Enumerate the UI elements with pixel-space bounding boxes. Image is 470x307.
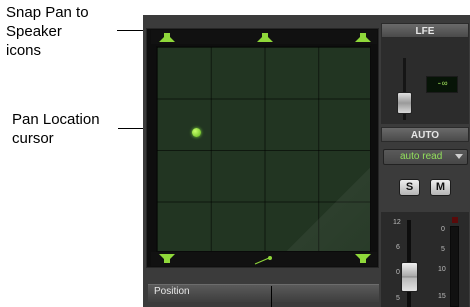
meter-scale-5: 5	[441, 246, 445, 253]
snap-callout-line-2: Speaker	[6, 23, 62, 40]
lfe-header: LFE	[381, 23, 469, 38]
fader-scale-0: 0	[396, 269, 400, 276]
volume-fader-knob[interactable]	[401, 262, 418, 292]
fader-scale-5: 5	[396, 295, 400, 302]
speaker-left-icon[interactable]	[159, 33, 175, 43]
solo-button[interactable]: S	[399, 179, 420, 196]
speaker-right-surround-icon[interactable]	[355, 254, 371, 264]
meter-scale-10: 10	[438, 266, 446, 273]
snap-callout: Snap Pan to Speaker icons	[6, 3, 89, 60]
speaker-center-icon[interactable]	[257, 33, 273, 43]
fader-scale-6: 6	[396, 244, 400, 251]
cursor-callout-line-1: Pan Location	[12, 111, 100, 128]
lfe-fader-knob[interactable]	[397, 92, 412, 114]
automation-mode-value: auto read	[400, 151, 443, 162]
snap-callout-line-1: Snap Pan to	[6, 4, 89, 21]
fader-scale-12: 12	[393, 219, 401, 226]
pan-grid[interactable]	[156, 46, 371, 252]
speaker-right-icon[interactable]	[355, 33, 371, 43]
speaker-left-surround-icon[interactable]	[159, 254, 175, 264]
pan-location-cursor[interactable]	[192, 128, 201, 137]
position-label: Position	[154, 286, 190, 297]
auto-header: AUTO	[381, 127, 469, 142]
meter-scale-15: 15	[438, 293, 446, 300]
cursor-callout: Pan Location cursor	[12, 110, 100, 148]
mute-button[interactable]: M	[430, 179, 451, 196]
level-meter	[450, 226, 459, 307]
meter-scale-0: 0	[441, 226, 445, 233]
chevron-down-icon	[455, 154, 463, 159]
automation-mode-select[interactable]: auto read	[383, 149, 468, 165]
cursor-callout-line-2: cursor	[12, 130, 54, 147]
snap-callout-line-3: icons	[6, 42, 42, 59]
lfe-value-display[interactable]: -∞	[426, 76, 458, 93]
meter-clip-indicator[interactable]	[452, 217, 458, 223]
position-leader-line	[271, 286, 272, 307]
divergence-icon[interactable]	[254, 255, 274, 265]
